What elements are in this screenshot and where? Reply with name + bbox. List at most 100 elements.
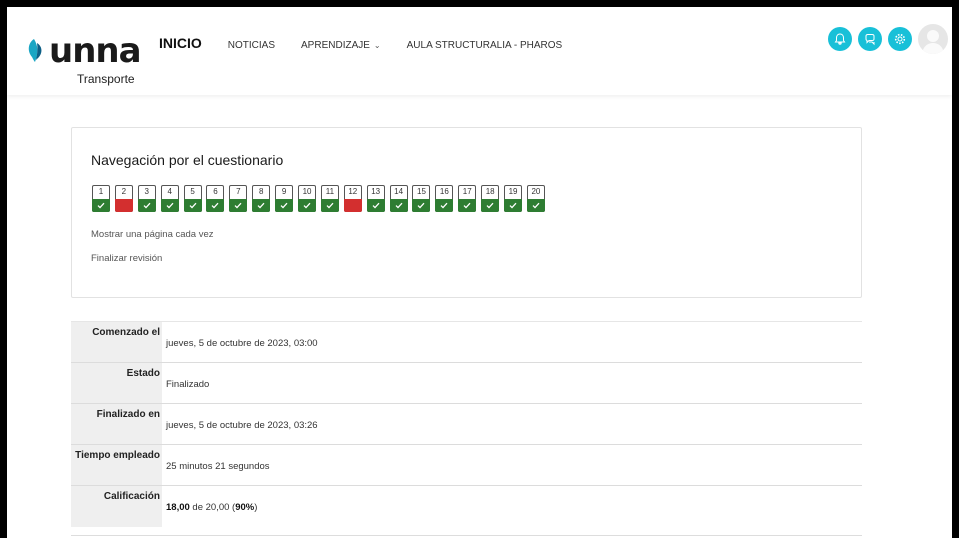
question-button-18[interactable]: 18 [481,185,500,212]
correct-check-icon [366,199,385,212]
question-number: 6 [213,187,218,196]
question-button-14[interactable]: 14 [389,185,408,212]
question-button-17[interactable]: 17 [458,185,477,212]
user-avatar[interactable] [918,24,948,54]
question-button-6[interactable]: 6 [206,185,225,212]
incorrect-state-icon [114,199,133,212]
correct-check-icon [435,199,454,212]
summary-value-grade: 18,00 de 20,00 (90%) [166,502,257,513]
question-number: 4 [167,187,172,196]
page-frame: unna Transporte INICIO NOTICIAS APRENDIZ… [7,7,952,538]
question-button-3[interactable]: 3 [137,185,156,212]
logo-mark-icon [28,39,42,62]
table-row: Estado Finalizado [71,362,862,404]
question-number: 2 [121,187,127,196]
grade-of-text: de 20,00 ( [189,502,236,513]
question-button-12[interactable]: 12 [343,185,362,212]
question-button-19[interactable]: 19 [504,185,523,212]
logo-text: unna [49,31,142,71]
question-button-8[interactable]: 8 [252,185,271,212]
notifications-icon[interactable] [828,27,852,51]
correct-check-icon [92,199,110,212]
grade-percent: 90% [235,502,255,513]
question-number: 17 [462,187,472,196]
messages-icon[interactable] [858,27,882,51]
question-number: 5 [190,187,195,196]
question-number: 16 [439,187,449,196]
question-number: 19 [508,187,518,196]
question-button-13[interactable]: 13 [366,185,385,212]
question-number: 8 [259,187,264,196]
correct-check-icon [481,199,500,212]
question-number: 13 [371,187,381,196]
question-number: 20 [531,187,541,196]
nav-item-inicio[interactable]: INICIO [159,35,202,51]
grade-close: ) [254,502,258,513]
nav-item-aprendizaje-label: APRENDIZAJE [301,40,370,51]
summary-value-time: 25 minutos 21 segundos [166,461,270,472]
question-button-15[interactable]: 15 [412,185,431,212]
summary-value-started: jueves, 5 de octubre de 2023, 03:00 [166,338,318,349]
question-button-11[interactable]: 11 [320,185,339,212]
header-icons [822,24,948,54]
correct-check-icon [229,199,248,212]
table-row: Finalizado en jueves, 5 de octubre de 20… [71,403,862,445]
question-number: 11 [325,187,335,196]
top-header: unna Transporte INICIO NOTICIAS APRENDIZ… [7,7,952,95]
question-buttons: 1 2 3 4 5 6 7 8 9 10 11 12 13 14 15 16 17 18 19 20 [92,185,550,212]
table-row: Comenzado el jueves, 5 de octubre de 202… [71,321,862,363]
quiz-nav-title: Navegación por el cuestionario [91,152,284,168]
correct-check-icon [298,199,317,212]
correct-check-icon [275,199,294,212]
table-row: Tiempo empleado 25 minutos 21 segundos [71,444,862,486]
question-button-20[interactable]: 20 [526,185,545,212]
question-number: 10 [302,187,312,196]
question-number: 3 [144,187,149,196]
finish-review-link[interactable]: Finalizar revisión [91,253,162,264]
correct-check-icon [160,199,179,212]
settings-icon[interactable] [888,27,912,51]
question-number: 7 [236,187,241,196]
summary-label-grade: Calificación [71,486,162,527]
attempt-summary-table: Comenzado el jueves, 5 de octubre de 202… [71,321,862,527]
question-button-9[interactable]: 9 [275,185,294,212]
site-logo[interactable]: unna Transporte [19,29,149,89]
summary-label-finished: Finalizado en [71,404,162,445]
question-number: 1 [98,187,104,196]
question-button-10[interactable]: 10 [298,185,317,212]
nav-item-aula[interactable]: AULA STRUCTURALIA - PHAROS [407,40,563,51]
question-button-1[interactable]: 1 [92,185,110,212]
nav-item-aprendizaje[interactable]: APRENDIZAJE ⌄ [301,40,381,51]
grade-score: 18,00 [166,502,190,513]
question-button-7[interactable]: 7 [229,185,248,212]
summary-label-started: Comenzado el [71,322,162,363]
summary-label-time: Tiempo empleado [71,445,162,486]
question-button-5[interactable]: 5 [183,185,202,212]
correct-check-icon [137,199,156,212]
summary-value-finished: jueves, 5 de octubre de 2023, 03:26 [166,420,318,431]
nav-item-noticias[interactable]: NOTICIAS [228,40,275,51]
correct-check-icon [389,199,408,212]
question-number: 14 [394,187,404,196]
summary-label-state: Estado [71,363,162,404]
question-button-2[interactable]: 2 [114,185,133,212]
show-one-page-link[interactable]: Mostrar una página cada vez [91,229,214,240]
correct-check-icon [458,199,477,212]
question-button-4[interactable]: 4 [160,185,179,212]
logo-subtitle: Transporte [77,72,135,86]
main-nav: INICIO NOTICIAS APRENDIZAJE ⌄ AULA STRUCT… [159,35,588,51]
correct-check-icon [252,199,271,212]
correct-check-icon [183,199,202,212]
correct-check-icon [206,199,225,212]
correct-check-icon [412,199,431,212]
correct-check-icon [320,199,339,212]
correct-check-icon [504,199,523,212]
question-number: 9 [281,187,287,196]
chevron-down-icon: ⌄ [373,41,381,50]
correct-check-icon [526,199,545,212]
table-row: Calificación 18,00 de 20,00 (90%) [71,485,862,527]
quiz-navigation-block: Navegación por el cuestionario 123456789… [71,127,862,298]
incorrect-state-icon [343,199,362,212]
question-button-16[interactable]: 16 [435,185,454,212]
question-number: 12 [348,187,358,196]
